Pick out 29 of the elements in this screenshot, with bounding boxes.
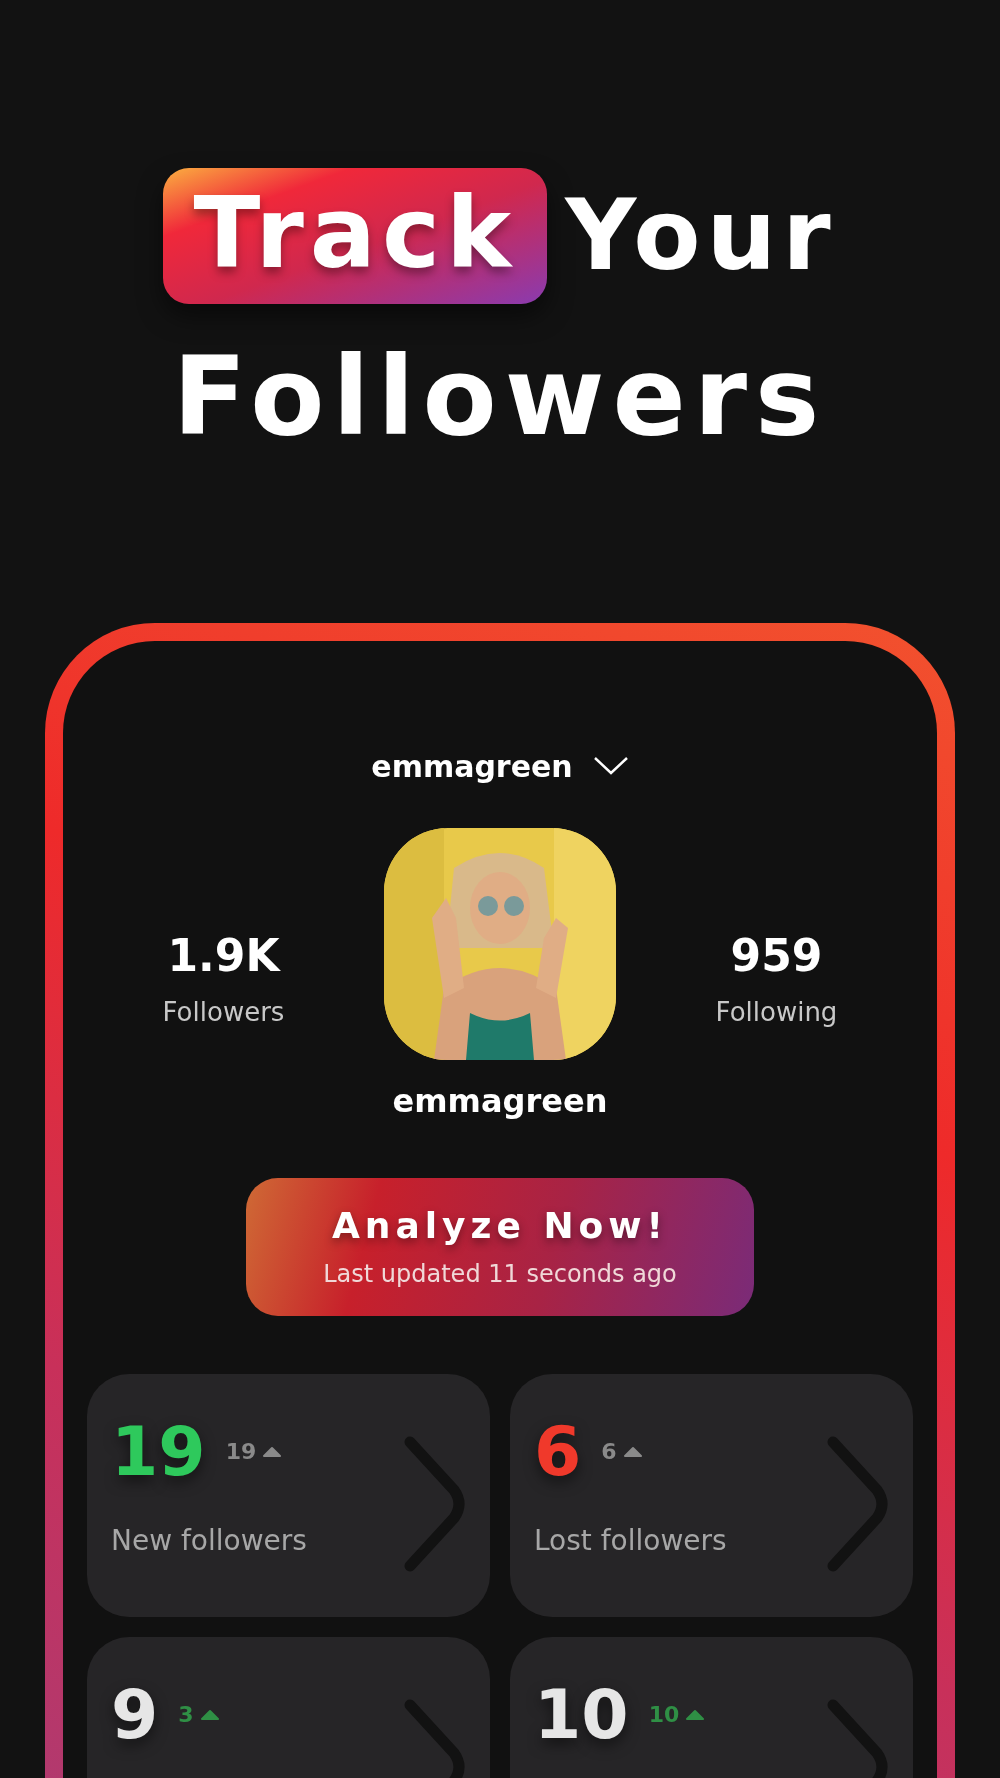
following-count: 959: [730, 930, 823, 982]
headline-highlight: Track: [163, 168, 548, 304]
followers-count: 1.9K: [167, 930, 280, 982]
stat-value: 10: [534, 1680, 629, 1749]
stat-value: 19: [111, 1417, 206, 1486]
profile-name: emmagreen: [391, 1081, 609, 1120]
headline-text: Followers: [171, 337, 829, 457]
stat-card[interactable]: 9 3: [87, 1636, 490, 1778]
stat-delta: 6: [601, 1439, 617, 1465]
chevron-down-icon[interactable]: [592, 756, 629, 777]
stat-delta: 3: [178, 1702, 194, 1728]
triangle-up-icon: [685, 1709, 706, 1721]
followers-label: Followers: [162, 997, 285, 1028]
stat-value: 6: [534, 1417, 582, 1486]
following-label: Following: [715, 997, 838, 1028]
stat-delta: 19: [225, 1439, 257, 1465]
stat-label: Lost followers: [534, 1523, 727, 1557]
analyze-button[interactable]: Analyze Now! Last updated 11 seconds ago: [246, 1177, 754, 1316]
triangle-up-icon: [199, 1709, 220, 1721]
stat-card[interactable]: 6 6 Lost followers: [510, 1373, 913, 1617]
stat-delta: 10: [648, 1702, 680, 1728]
stat-card[interactable]: 19 19 New followers: [87, 1373, 490, 1617]
account-switcher[interactable]: emmagreen: [371, 748, 573, 784]
stat-value: 9: [111, 1680, 159, 1749]
stat-label: New followers: [111, 1523, 307, 1557]
stat-card[interactable]: 10 10: [510, 1636, 913, 1778]
headline-text: Your: [565, 182, 837, 290]
triangle-up-icon: [622, 1446, 643, 1458]
triangle-up-icon: [262, 1446, 283, 1458]
